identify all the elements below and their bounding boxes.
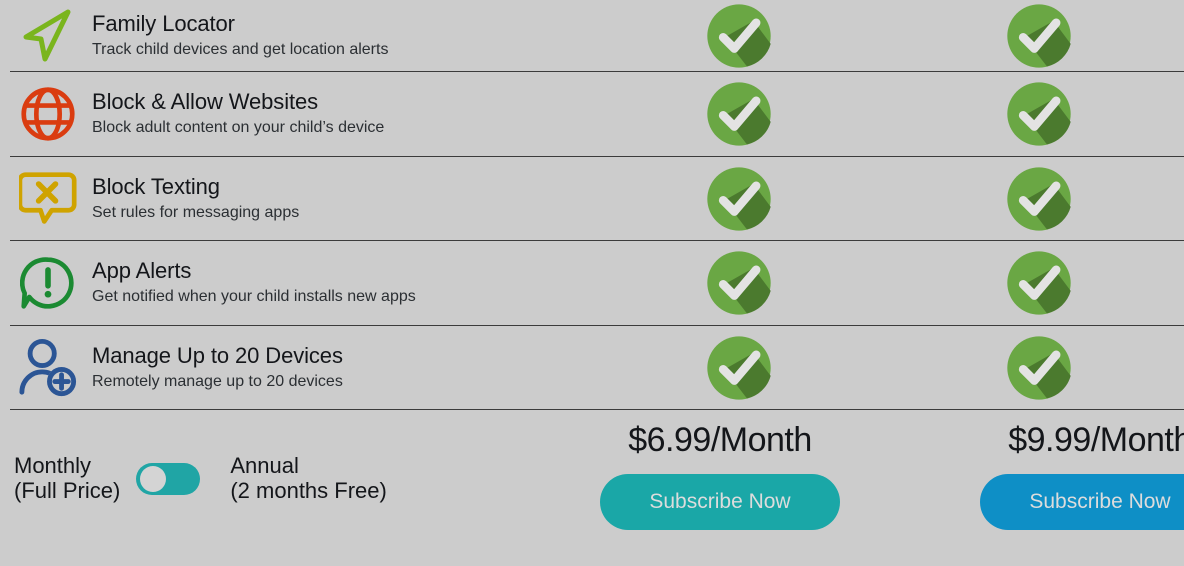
feature-subtitle: Track child devices and get location ale… [92,41,389,59]
check-icon [1007,167,1071,231]
pricing-area: Monthly (Full Price) Annual (2 months Fr… [0,410,1184,566]
plan2-availability-cell [959,81,1119,147]
feature-subtitle: Get notified when your child installs ne… [92,288,416,306]
annual-label-line2: (2 months Free) [230,477,387,503]
billing-period-toggle[interactable] [136,462,201,495]
feature-row: Family Locator Track child devices and g… [0,0,1184,72]
feature-title: App Alerts [92,258,192,284]
feature-icon-cell [0,7,92,65]
monthly-label-line2: (Full Price) [14,477,121,503]
billing-toggle-group: Monthly (Full Price) Annual (2 months Fr… [0,410,600,503]
check-icon [707,167,771,231]
feature-text-cell: Block & Allow Websites Block adult conte… [92,89,659,139]
plan1-availability-cell [659,3,819,69]
check-icon [1007,336,1071,400]
feature-icon-cell [0,255,92,311]
plan2-availability-cell [959,3,1119,69]
feature-subtitle: Block adult content on your child’s devi… [92,119,385,137]
feature-text-cell: Block Texting Set rules for messaging ap… [92,174,659,224]
feature-title: Family Locator [92,11,235,37]
check-icon [1007,4,1071,68]
feature-row: Block & Allow Websites Block adult conte… [0,72,1184,157]
feature-subtitle: Remotely manage up to 20 devices [92,372,343,390]
check-icon [707,336,771,400]
feature-row: App Alerts Get notified when your child … [0,241,1184,326]
globe-icon [21,87,75,141]
annual-label: Annual (2 months Free) [230,453,387,503]
monthly-label: Monthly (Full Price) [14,453,121,503]
feature-subtitle: Set rules for messaging apps [92,203,300,221]
plan2-availability-cell [959,250,1119,316]
check-icon [1007,251,1071,315]
plan2-price-column: $9.99/Month Subscribe Now [980,410,1184,531]
plan2-price: $9.99/Month [1008,421,1184,459]
feature-text-cell: App Alerts Get notified when your child … [92,258,659,308]
app-alert-icon [20,257,74,309]
check-icon [707,251,771,315]
block-texting-icon [19,172,77,224]
plan1-availability-cell [659,250,819,316]
plan1-subscribe-button[interactable]: Subscribe Now [600,474,840,531]
annual-label-line1: Annual [230,453,299,478]
feature-icon-cell [0,86,92,142]
feature-text-cell: Manage Up to 20 Devices Remotely manage … [92,343,659,393]
check-icon [1007,82,1071,146]
feature-title: Block Texting [92,173,220,199]
feature-icon-cell [0,170,92,228]
plan2-availability-cell [959,335,1119,401]
plan2-subscribe-button[interactable]: Subscribe Now [980,474,1184,531]
add-user-icon [19,338,77,396]
plan1-availability-cell [659,166,819,232]
monthly-label-line1: Monthly [14,453,92,478]
plan1-availability-cell [659,335,819,401]
check-icon [707,4,771,68]
check-icon [707,82,771,146]
feature-text-cell: Family Locator Track child devices and g… [92,11,659,61]
plan2-availability-cell [959,166,1119,232]
feature-title: Block & Allow Websites [92,89,319,115]
feature-row: Manage Up to 20 Devices Remotely manage … [0,326,1184,410]
feature-icon-cell [0,338,92,398]
plan1-price-column: $6.99/Month Subscribe Now [600,410,840,531]
feature-row: Block Texting Set rules for messaging ap… [0,157,1184,241]
toggle-knob[interactable] [140,465,167,492]
location-arrow-icon [23,9,71,62]
plan1-price: $6.99/Month [628,421,812,459]
plan-comparison-table: Family Locator Track child devices and g… [0,0,1184,566]
plan1-availability-cell [659,81,819,147]
feature-title: Manage Up to 20 Devices [92,342,343,368]
